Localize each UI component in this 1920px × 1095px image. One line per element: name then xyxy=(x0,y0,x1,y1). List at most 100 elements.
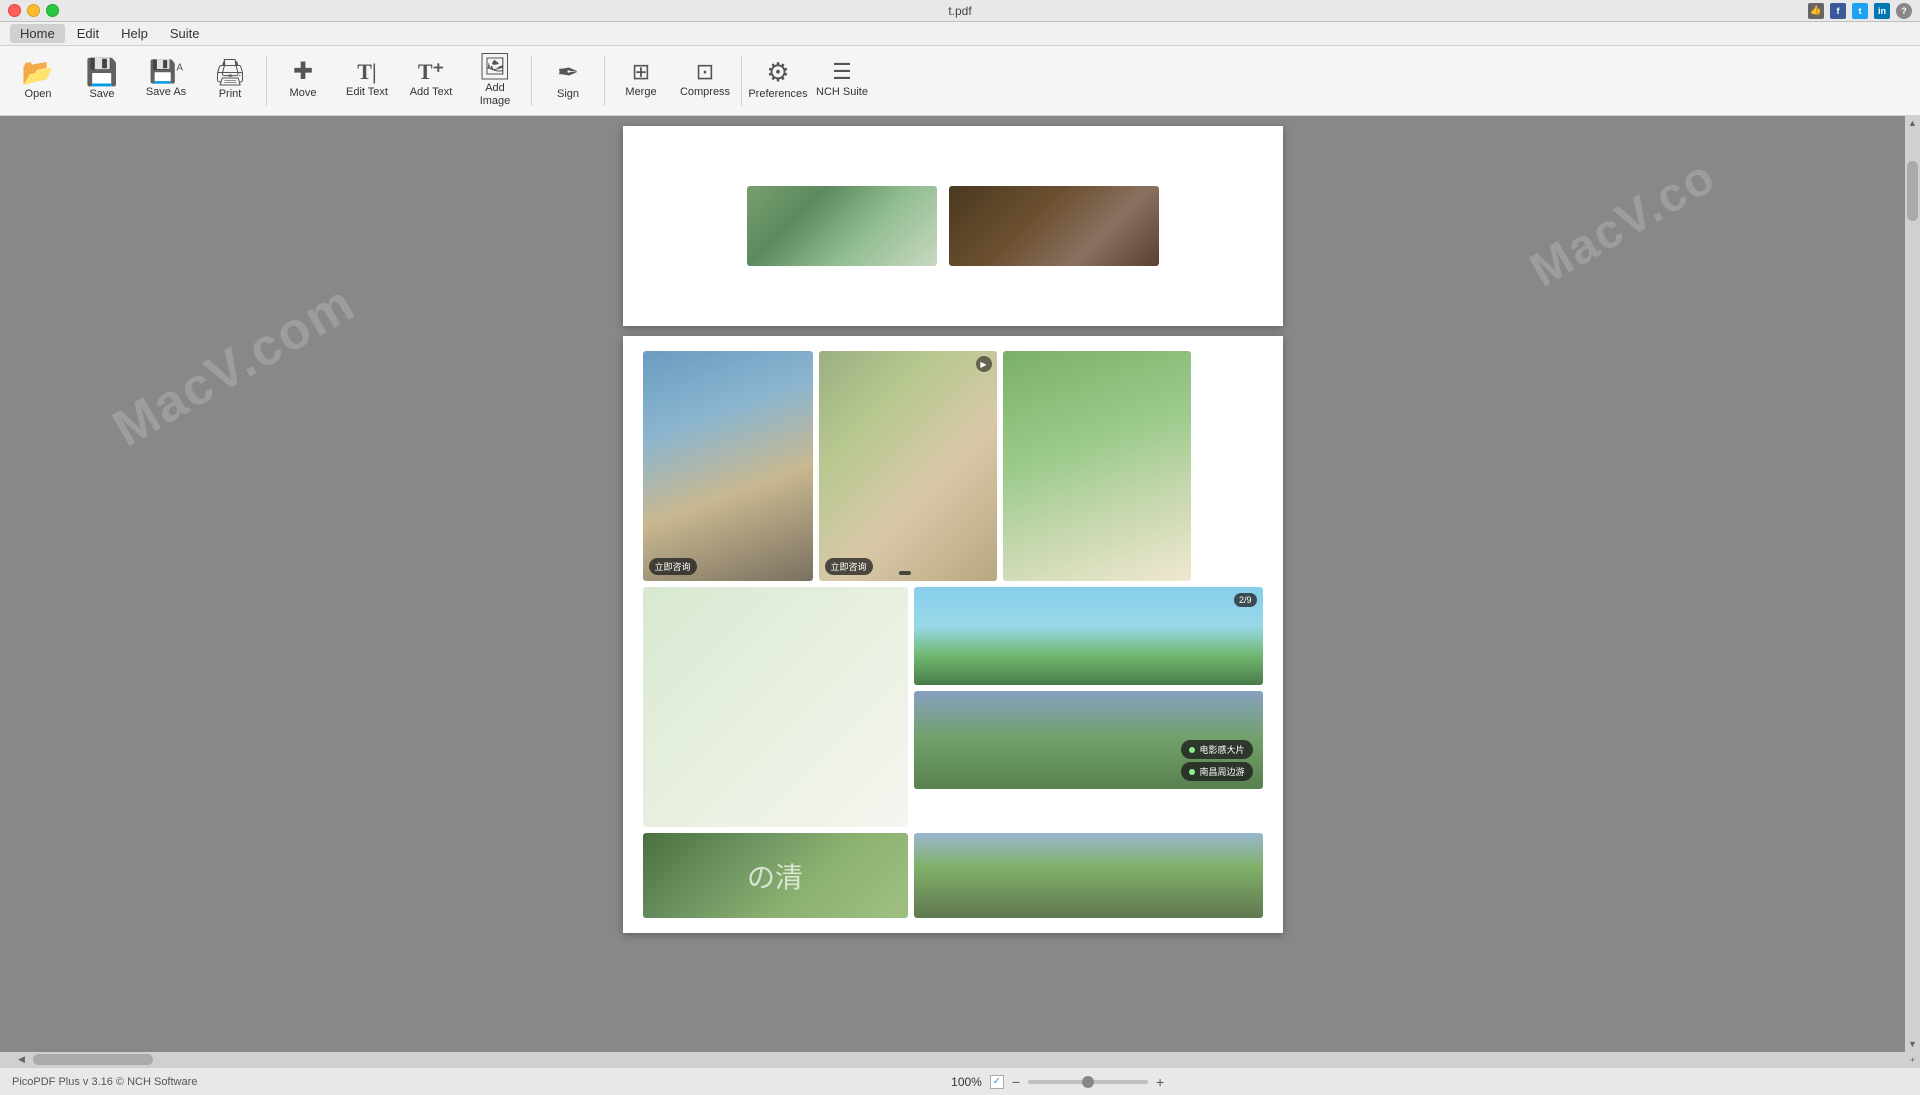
zoom-controls: 100% ✓ − + xyxy=(951,1074,1164,1090)
nch-suite-label: NCH Suite xyxy=(816,86,868,99)
window-title: t.pdf xyxy=(948,4,971,18)
title-bar: t.pdf 👍 f t in ? xyxy=(0,0,1920,22)
sign-icon: ✒ xyxy=(557,59,579,85)
menu-home[interactable]: Home xyxy=(10,24,65,43)
menu-bar: Home Edit Help Suite xyxy=(0,22,1920,46)
merge-icon: ⊞ xyxy=(632,61,650,83)
linkedin-icon[interactable]: in xyxy=(1874,3,1890,19)
nch-suite-icon: ☰ xyxy=(832,61,852,83)
photo-sitting-couple: ▶ 立即咨询 xyxy=(819,351,997,581)
thumbs-icon[interactable]: 👍 xyxy=(1808,3,1824,19)
add-image-button[interactable]: 🖼 Add Image xyxy=(465,51,525,111)
main-area: MacV.com MacV.co 立即咨询 ▶ 立即咨询 xyxy=(0,116,1920,1052)
pdf-canvas: MacV.com MacV.co 立即咨询 ▶ 立即咨询 xyxy=(0,116,1905,1052)
photo-badge-1: 立即咨询 xyxy=(649,558,697,575)
edit-text-label: Edit Text xyxy=(346,86,388,99)
merge-label: Merge xyxy=(625,86,656,99)
scroll-left-arrow[interactable]: ◀ xyxy=(15,1054,28,1065)
preferences-label: Preferences xyxy=(748,88,807,101)
move-button[interactable]: ✚ Move xyxy=(273,51,333,111)
scroll-corner-br[interactable]: + xyxy=(1905,1052,1920,1067)
title-bar-actions: 👍 f t in ? xyxy=(1808,3,1912,19)
scroll-up-arrow[interactable]: ▲ xyxy=(1905,116,1920,131)
zoom-slider[interactable] xyxy=(1028,1080,1148,1084)
save-as-icon: 💾A xyxy=(149,61,183,83)
sign-button[interactable]: ✒ Sign xyxy=(538,51,598,111)
compress-icon: ⊡ xyxy=(696,61,714,83)
zoom-level: 100% xyxy=(951,1075,982,1089)
zoom-checkbox[interactable]: ✓ xyxy=(990,1075,1004,1089)
move-icon: ✚ xyxy=(293,60,313,84)
bottom-area: ◀ + PicoPDF Plus v 3.16 © NCH Software 1… xyxy=(0,1052,1920,1095)
edit-text-icon: T| xyxy=(357,61,377,83)
add-image-label: Add Image xyxy=(469,82,521,108)
toolbar-divider-2 xyxy=(531,56,532,106)
save-as-label: Save As xyxy=(146,86,186,99)
chat-label-2: 南昌周边游 xyxy=(1199,765,1244,778)
photo-text-green: の清 xyxy=(643,833,908,918)
scroll-down-arrow[interactable]: ▼ xyxy=(1905,1037,1920,1052)
print-label: Print xyxy=(219,88,242,101)
scroll-corner-bl xyxy=(0,1052,15,1067)
chat-bubble-2: 南昌周边游 xyxy=(1181,762,1252,781)
add-text-label: Add Text xyxy=(410,86,453,99)
add-image-icon: 🖼 xyxy=(478,53,511,79)
preferences-icon: ⚙ xyxy=(766,59,789,85)
chat-bubble-1: 电影感大片 xyxy=(1181,740,1252,759)
scroll-thumb-vertical[interactable] xyxy=(1907,161,1918,221)
photo-couple-white xyxy=(643,587,908,827)
vertical-scrollbar[interactable]: ▲ ▼ xyxy=(1905,116,1920,1052)
help-icon[interactable]: ? xyxy=(1896,3,1912,19)
pdf-page-1 xyxy=(623,126,1283,326)
add-text-button[interactable]: T⁺ Add Text xyxy=(401,51,461,111)
chat-dot-2 xyxy=(1189,769,1195,775)
scroll-thumb-horizontal[interactable] xyxy=(33,1054,153,1065)
edit-text-button[interactable]: T| Edit Text xyxy=(337,51,397,111)
zoom-plus-button[interactable]: + xyxy=(1156,1074,1164,1090)
zoom-slider-thumb[interactable] xyxy=(1082,1076,1094,1088)
open-icon: 📂 xyxy=(22,59,54,85)
photo-outdoor-couple xyxy=(747,186,937,266)
preferences-button[interactable]: ⚙ Preferences xyxy=(748,51,808,111)
traffic-lights xyxy=(8,4,59,17)
toolbar: 📂 Open 💾 Save 💾A Save As 🖨 Print ✚ Move … xyxy=(0,46,1920,116)
pdf-page-2: 立即咨询 ▶ 立即咨询 xyxy=(623,336,1283,933)
open-button[interactable]: 📂 Open xyxy=(8,51,68,111)
watermark-1: MacV.com xyxy=(103,273,365,459)
photo-lake-woman: 2/9 xyxy=(914,587,1263,685)
chat-label-1: 电影感大片 xyxy=(1199,743,1244,756)
status-bar: PicoPDF Plus v 3.16 © NCH Software 100% … xyxy=(0,1067,1920,1095)
menu-suite[interactable]: Suite xyxy=(160,24,210,43)
save-label: Save xyxy=(89,88,114,101)
move-label: Move xyxy=(290,87,317,100)
compress-button[interactable]: ⊡ Compress xyxy=(675,51,735,111)
toolbar-divider-4 xyxy=(741,56,742,106)
minimize-button[interactable] xyxy=(27,4,40,17)
menu-edit[interactable]: Edit xyxy=(67,24,109,43)
toolbar-divider-3 xyxy=(604,56,605,106)
print-icon: 🖨 xyxy=(213,59,246,85)
twitter-icon[interactable]: t xyxy=(1852,3,1868,19)
save-button[interactable]: 💾 Save xyxy=(72,51,132,111)
photo-couple-dark xyxy=(949,186,1159,266)
save-icon: 💾 xyxy=(86,59,118,85)
facebook-icon[interactable]: f xyxy=(1830,3,1846,19)
add-text-icon: T⁺ xyxy=(418,61,444,83)
toolbar-divider-1 xyxy=(266,56,267,106)
photo-mountain-couple: 立即咨询 xyxy=(643,351,813,581)
maximize-button[interactable] xyxy=(46,4,59,17)
nch-suite-button[interactable]: ☰ NCH Suite xyxy=(812,51,872,111)
photo-badge-2b xyxy=(899,571,911,575)
print-button[interactable]: 🖨 Print xyxy=(200,51,260,111)
merge-button[interactable]: ⊞ Merge xyxy=(611,51,671,111)
photo-badge-2: 立即咨询 xyxy=(825,558,873,575)
watermark-2: MacV.co xyxy=(1521,149,1725,299)
zoom-minus-button[interactable]: − xyxy=(1012,1074,1020,1090)
save-as-button[interactable]: 💾A Save As xyxy=(136,51,196,111)
horizontal-scroll-area: ◀ + xyxy=(0,1052,1920,1067)
close-button[interactable] xyxy=(8,4,21,17)
app-info: PicoPDF Plus v 3.16 © NCH Software xyxy=(12,1076,197,1088)
photo-cattle-field-2 xyxy=(914,833,1263,918)
menu-help[interactable]: Help xyxy=(111,24,158,43)
horizontal-scrollbar[interactable]: ◀ xyxy=(15,1052,1905,1067)
